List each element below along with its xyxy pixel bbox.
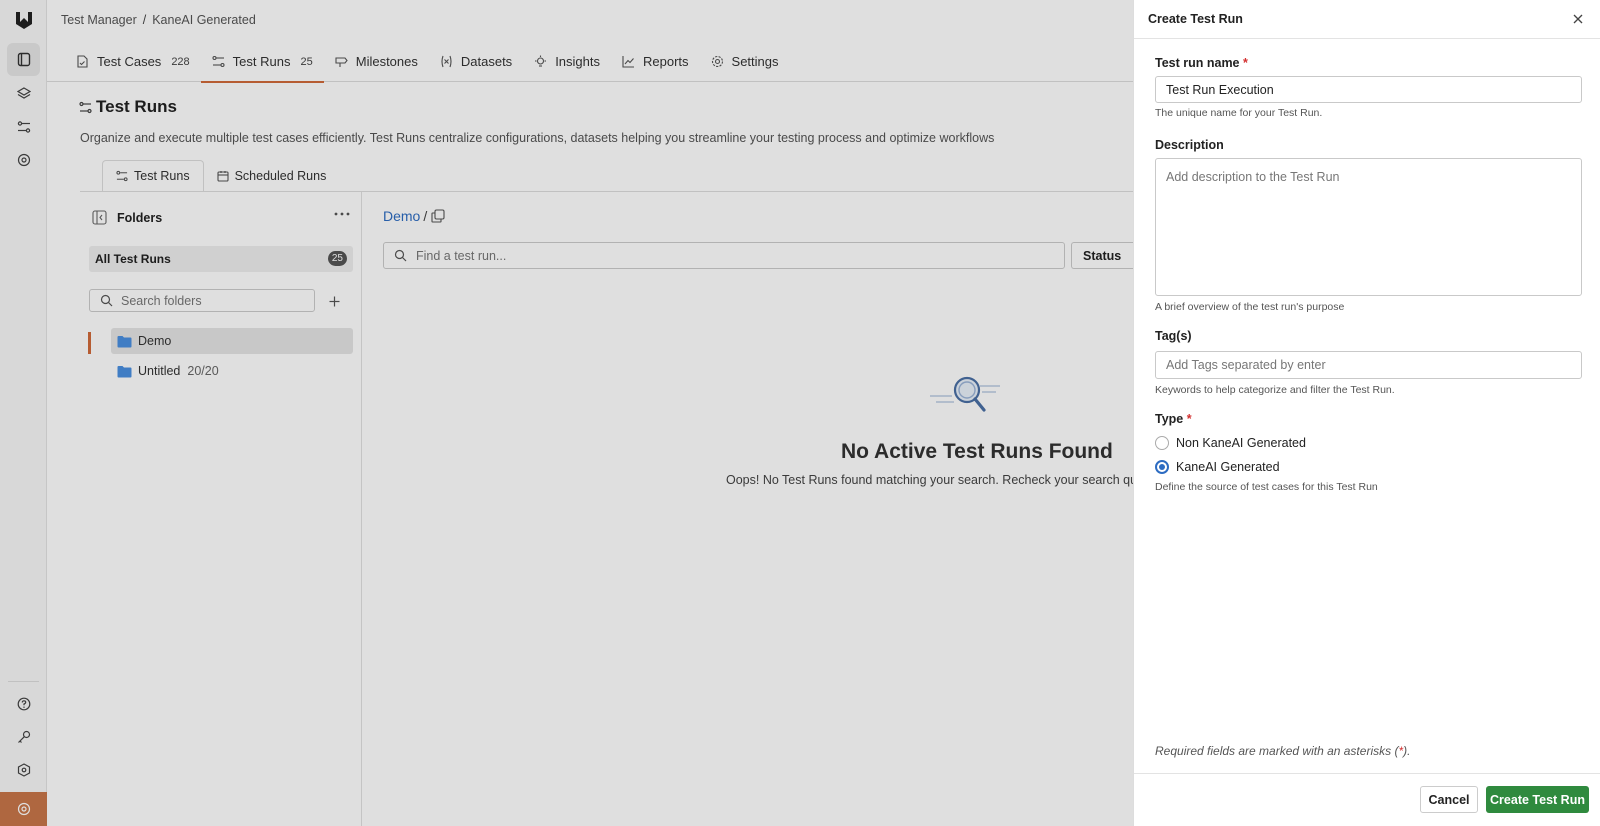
required-marker: * xyxy=(1243,56,1248,70)
create-test-run-button[interactable]: Create Test Run xyxy=(1486,786,1589,813)
note-text-end: ). xyxy=(1403,744,1411,758)
tags-hint: Keywords to help categorize and filter t… xyxy=(1155,384,1395,396)
description-hint: A brief overview of the test run's purpo… xyxy=(1155,301,1345,313)
tags-label: Tag(s) xyxy=(1155,329,1192,343)
note-text-start: Required fields are marked with an aster… xyxy=(1155,744,1399,758)
type-hint: Define the source of test cases for this… xyxy=(1155,481,1378,493)
type-label: Type * xyxy=(1155,412,1192,426)
tags-input[interactable]: Add Tags separated by enter xyxy=(1155,351,1582,379)
cancel-button[interactable]: Cancel xyxy=(1420,786,1478,813)
required-marker: * xyxy=(1186,412,1192,426)
close-icon[interactable] xyxy=(1570,11,1586,27)
drawer-title: Create Test Run xyxy=(1148,12,1243,26)
required-fields-note: Required fields are marked with an aster… xyxy=(1155,744,1410,758)
description-label: Description xyxy=(1155,138,1224,152)
modal-backdrop[interactable] xyxy=(0,0,1133,826)
drawer-header: Create Test Run xyxy=(1134,0,1600,39)
label-text: Test run name xyxy=(1155,56,1240,70)
label-text: Type xyxy=(1155,412,1184,426)
radio-button[interactable] xyxy=(1155,436,1169,450)
drawer-footer: Cancel Create Test Run xyxy=(1134,773,1600,826)
radio-label: Non KaneAI Generated xyxy=(1176,436,1306,450)
test-run-name-hint: The unique name for your Test Run. xyxy=(1155,107,1323,119)
type-option-non-kaneai[interactable]: Non KaneAI Generated xyxy=(1155,436,1306,450)
test-run-name-input[interactable]: Test Run Execution xyxy=(1155,76,1582,103)
test-run-name-label: Test run name * xyxy=(1155,56,1248,70)
description-textarea[interactable]: Add description to the Test Run xyxy=(1155,158,1582,296)
type-option-kaneai[interactable]: KaneAI Generated xyxy=(1155,460,1280,474)
create-test-run-drawer: Create Test Run Test run name * Test Run… xyxy=(1133,0,1600,826)
radio-label: KaneAI Generated xyxy=(1176,460,1280,474)
radio-button-selected[interactable] xyxy=(1155,460,1169,474)
